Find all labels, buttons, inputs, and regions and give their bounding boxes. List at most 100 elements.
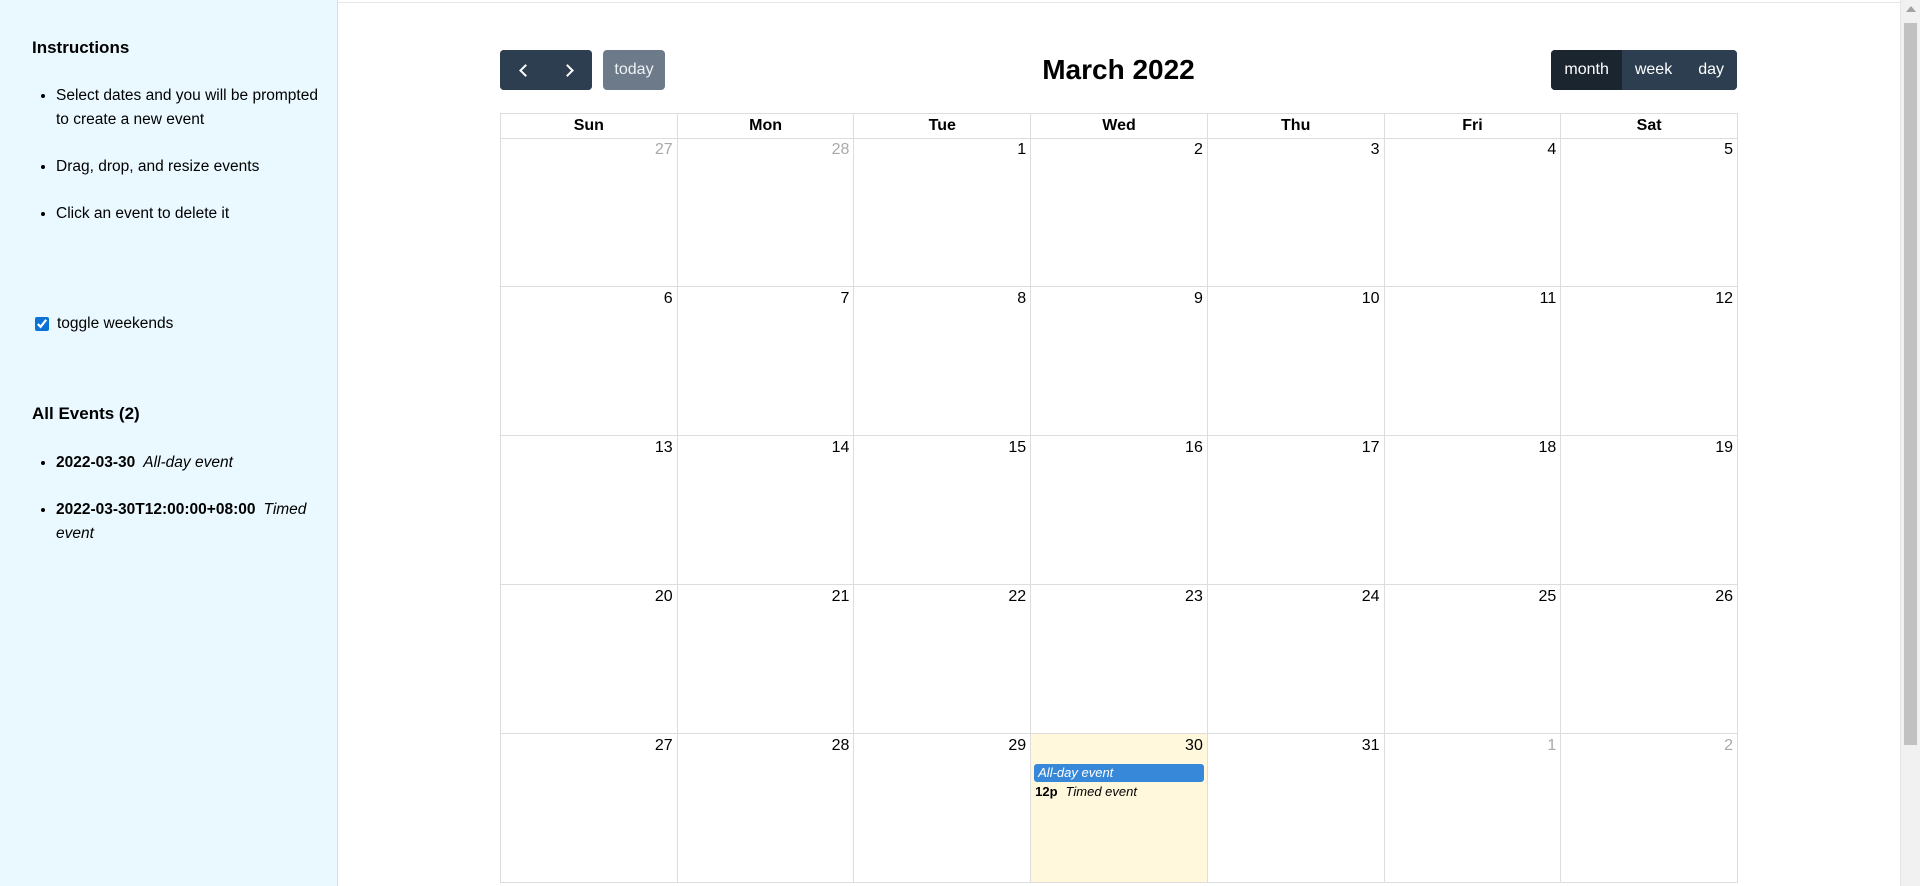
day-cell[interactable]: 26 [1561,585,1738,734]
day-number[interactable]: 31 [1362,737,1380,755]
day-number[interactable]: 26 [1715,588,1733,606]
day-cell[interactable]: 18 [1384,436,1562,585]
day-cell[interactable]: 31 [1207,734,1385,883]
day-cell[interactable]: 15 [854,436,1032,585]
day-cell[interactable]: 5 [1561,138,1738,287]
day-cell[interactable]: 27 [501,138,678,287]
day-cell[interactable]: 1 [854,138,1032,287]
day-number[interactable]: 10 [1362,290,1380,308]
toggle-weekends-row[interactable]: toggle weekends [35,315,173,333]
day-cell[interactable]: 27 [501,734,678,883]
day-view-button[interactable]: day [1685,50,1737,90]
day-cell[interactable]: 23 [1031,585,1208,734]
week-row: 13 14 15 16 17 18 19 [501,436,1738,585]
day-number[interactable]: 13 [655,439,673,457]
day-cell[interactable]: 16 [1031,436,1208,585]
day-number[interactable]: 1 [1547,737,1556,755]
weekday-header-cell: Sun [501,114,678,139]
day-cell[interactable]: 11 [1384,287,1562,436]
day-number[interactable]: 4 [1547,141,1556,159]
day-cell[interactable]: 25 [1384,585,1562,734]
day-number[interactable]: 16 [1185,439,1203,457]
day-number[interactable]: 17 [1362,439,1380,457]
day-cell[interactable]: 14 [677,436,855,585]
day-cell[interactable]: 6 [501,287,678,436]
day-number[interactable]: 28 [832,737,850,755]
event-list-item: 2022-03-30T12:00:00+08:00Timed event [56,498,336,546]
day-cell[interactable]: 20 [501,585,678,734]
instruction-item: Drag, drop, and resize events [56,155,326,179]
calendar-event-allday[interactable]: All-day event [1034,764,1204,782]
day-cell[interactable]: 7 [677,287,855,436]
day-cell[interactable]: 24 [1207,585,1385,734]
day-number[interactable]: 1 [1017,141,1026,159]
month-view-button[interactable]: month [1551,50,1622,90]
day-cell[interactable]: 4 [1384,138,1562,287]
day-number[interactable]: 27 [655,141,673,159]
day-number[interactable]: 19 [1715,439,1733,457]
week-row: 27 28 1 2 3 4 5 [501,138,1738,287]
day-number[interactable]: 6 [664,290,673,308]
day-number[interactable]: 28 [832,141,850,159]
day-cell[interactable]: 13 [501,436,678,585]
day-number[interactable]: 21 [832,588,850,606]
day-cell[interactable]: 28 [677,138,855,287]
day-cell[interactable]: 10 [1207,287,1385,436]
day-number[interactable]: 27 [655,737,673,755]
day-cell[interactable]: 28 [677,734,855,883]
day-number[interactable]: 15 [1008,439,1026,457]
day-cell[interactable]: 12 [1561,287,1738,436]
day-number[interactable]: 29 [1008,737,1026,755]
day-cell[interactable]: 8 [854,287,1032,436]
day-number[interactable]: 14 [832,439,850,457]
day-number[interactable]: 2 [1724,737,1733,755]
day-cell[interactable]: 9 [1031,287,1208,436]
day-number[interactable]: 3 [1371,141,1380,159]
event-title: All-day event [143,454,233,471]
calendar-event-timed[interactable]: 12p Timed event [1034,784,1204,800]
day-number[interactable]: 23 [1185,588,1203,606]
next-button[interactable] [546,50,592,90]
day-number[interactable]: 22 [1008,588,1026,606]
day-cell[interactable]: 17 [1207,436,1385,585]
day-number[interactable]: 5 [1724,141,1733,159]
event-date: 2022-03-30T12:00:00+08:00 [56,501,256,518]
chevron-right-icon [560,63,574,77]
weekday-header-cell: Tue [854,114,1032,139]
week-view-button[interactable]: week [1621,50,1686,90]
top-divider [338,2,1900,3]
scrollbar-thumb[interactable] [1904,23,1917,745]
day-cell[interactable]: 2 [1561,734,1738,883]
day-number[interactable]: 9 [1194,290,1203,308]
all-events-title: All Events (2) [32,404,140,423]
day-cell[interactable]: 3 [1207,138,1385,287]
day-number[interactable]: 12 [1715,290,1733,308]
day-number[interactable]: 11 [1540,290,1557,308]
day-cell[interactable]: 2 [1031,138,1208,287]
month-grid: Sun Mon Tue Wed Thu Fri Sat 27 28 1 2 3 4 5 6 7 8 9 10 11 1… [500,113,1738,883]
day-number[interactable]: 25 [1538,588,1556,606]
event-time: 12p [1035,784,1058,799]
day-number[interactable]: 20 [655,588,673,606]
day-number[interactable]: 18 [1538,439,1556,457]
day-cell[interactable]: 21 [677,585,855,734]
weekday-header: Sun Mon Tue Wed Thu Fri Sat [501,114,1738,139]
day-number[interactable]: 24 [1362,588,1380,606]
scroll-up-arrow-icon[interactable] [1906,6,1916,12]
day-cell-today[interactable]: 30 All-day event 12p Timed event [1031,734,1208,883]
day-cell[interactable]: 22 [854,585,1032,734]
day-number[interactable]: 7 [841,290,850,308]
day-number[interactable]: 8 [1017,290,1026,308]
day-cell[interactable]: 19 [1561,436,1738,585]
prev-button[interactable] [500,50,546,90]
week-row: 6 7 8 9 10 11 12 [501,287,1738,436]
today-button[interactable]: today [603,50,665,90]
day-number[interactable]: 30 [1185,737,1203,755]
day-cell[interactable]: 1 [1384,734,1562,883]
instruction-item: Select dates and you will be prompted to… [56,84,326,132]
day-cell[interactable]: 29 [854,734,1032,883]
toggle-weekends-checkbox[interactable] [35,317,49,331]
page-scrollbar[interactable] [1900,0,1920,886]
week-row: 27 28 29 30 All-day event 12p Timed event 31 1 2 [501,734,1738,883]
day-number[interactable]: 2 [1194,141,1203,159]
